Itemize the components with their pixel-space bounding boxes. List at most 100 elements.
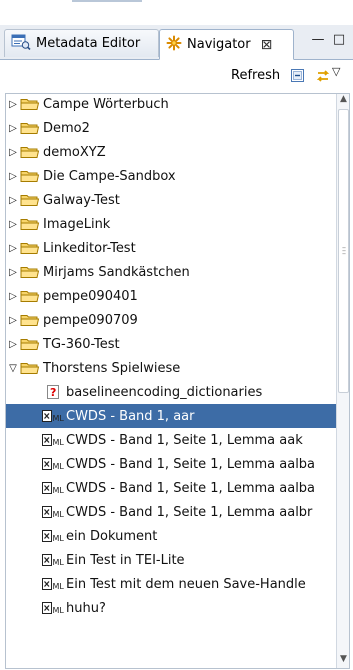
tab-navigator[interactable]: Navigator ⊠ — [159, 29, 294, 60]
tree-folder-item[interactable]: ▷ demoXYZ — [6, 140, 336, 164]
collapsed-twisty-icon[interactable]: ▷ — [6, 291, 20, 302]
link-with-editor-icon[interactable] — [315, 68, 331, 87]
tree-item-label: ein Dokument — [66, 528, 158, 544]
tree-item-label: Die Campe-Sandbox — [43, 168, 176, 184]
tree-file-item[interactable]: ML huhu? — [6, 596, 336, 620]
tree-item-label: huhu? — [66, 600, 106, 616]
tree-file-item[interactable]: ML Ein Test in TEI-Lite — [6, 548, 336, 572]
unknown-file-icon: ? — [42, 385, 64, 399]
xml-file-icon: ML — [42, 553, 64, 567]
collapsed-twisty-icon[interactable]: ▷ — [6, 315, 20, 326]
collapse-all-icon[interactable] — [291, 69, 305, 86]
tree-item-label: Ein Test in TEI-Lite — [66, 552, 185, 568]
maximize-icon[interactable]: □ — [331, 29, 347, 49]
svg-text:ML: ML — [53, 582, 65, 591]
tree-item-label: CWDS - Band 1, Seite 1, Lemma aalba — [66, 456, 316, 472]
tree-item-label: ImageLink — [43, 216, 111, 232]
folder-icon — [20, 265, 40, 279]
tree-item-label: Linkeditor-Test — [43, 240, 136, 256]
tree-file-item[interactable]: ML CWDS - Band 1, Seite 1, Lemma aalba — [6, 476, 336, 500]
tree-folder-item[interactable]: ▷ TG-360-Test — [6, 332, 336, 356]
tree-file-item[interactable]: ML CWDS - Band 1, Seite 1, Lemma aalba — [6, 452, 336, 476]
tree-folder-item[interactable]: ▷ Mirjams Sandkästchen — [6, 260, 336, 284]
collapsed-twisty-icon[interactable]: ▷ — [6, 171, 20, 182]
folder-icon — [20, 217, 40, 231]
folder-icon — [20, 193, 40, 207]
tree-item-label: Thorstens Spielwiese — [43, 360, 181, 376]
metadata-editor-icon — [11, 34, 31, 53]
collapsed-twisty-icon[interactable]: ▷ — [6, 123, 20, 134]
collapsed-twisty-icon[interactable]: ▷ — [6, 243, 20, 254]
tree-item-label: CWDS - Band 1, Seite 1, Lemma aak — [66, 432, 303, 448]
view-tab-bar: Metadata Editor Navigator ⊠ — □ — [0, 25, 353, 60]
svg-text:?: ? — [50, 386, 56, 399]
scrollbar-thumb[interactable]: – – – — [338, 109, 349, 393]
tree-item-label: demoXYZ — [43, 144, 106, 160]
tree-file-item[interactable]: ? baselineencoding_dictionaries — [6, 380, 336, 404]
tree-item-label: baselineencoding_dictionaries — [66, 384, 263, 400]
collapsed-twisty-icon[interactable]: ▷ — [6, 339, 20, 350]
tree-file-item[interactable]: ML CWDS - Band 1, Seite 1, Lemma aalbr — [6, 500, 336, 524]
tree-item-label: CWDS - Band 1, Seite 1, Lemma aalbr — [66, 504, 313, 520]
close-icon[interactable]: ⊠ — [261, 37, 273, 53]
view-menu-icon[interactable]: ▽ — [332, 65, 340, 78]
tree-item-label: Galway-Test — [43, 192, 120, 208]
tree-item-label: TG-360-Test — [43, 336, 120, 352]
tree-folder-item[interactable]: ▷ Campe Wörterbuch — [6, 94, 336, 116]
svg-text:ML: ML — [53, 534, 65, 543]
refresh-button[interactable]: Refresh — [231, 68, 280, 83]
folder-icon — [20, 241, 40, 255]
xml-file-icon: ML — [42, 457, 64, 471]
tree-folder-item[interactable]: ▷ Demo2 — [6, 116, 336, 140]
tab-label: Metadata Editor — [36, 36, 141, 51]
collapsed-twisty-icon[interactable]: ▷ — [6, 219, 20, 230]
xml-file-icon: ML — [42, 409, 64, 423]
tree-folder-item[interactable]: ▽ Thorstens Spielwiese — [6, 356, 336, 380]
navigator-icon — [166, 35, 182, 54]
xml-file-icon: ML — [42, 601, 64, 615]
folder-icon — [20, 97, 40, 111]
navigator-toolbar: Refresh ▽ — [0, 60, 353, 92]
tree-item-label: Mirjams Sandkästchen — [43, 264, 190, 280]
tree-item-label: CWDS - Band 1, aar — [66, 408, 195, 424]
expanded-twisty-icon[interactable]: ▽ — [6, 363, 20, 374]
tree-folder-item[interactable]: ▷ pempe090401 — [6, 284, 336, 308]
top-strip-selection — [72, 0, 142, 2]
tree-file-item[interactable]: ML CWDS - Band 1, Seite 1, Lemma aak — [6, 428, 336, 452]
scroll-down-icon[interactable]: ▼ — [337, 654, 349, 668]
svg-text:ML: ML — [53, 462, 65, 471]
tree-item-label: Ein Test mit dem neuen Save-Handle — [66, 576, 306, 592]
scroll-up-icon[interactable]: ▲ — [337, 94, 349, 108]
svg-text:ML: ML — [53, 558, 65, 567]
folder-icon — [20, 145, 40, 159]
xml-file-icon: ML — [42, 529, 64, 543]
tree-folder-item[interactable]: ▷ pempe090709 — [6, 308, 336, 332]
collapsed-twisty-icon[interactable]: ▷ — [6, 267, 20, 278]
top-strip — [0, 0, 353, 10]
tree-folder-item[interactable]: ▷ ImageLink — [6, 212, 336, 236]
tree-folder-item[interactable]: ▷ Galway-Test — [6, 188, 336, 212]
folder-icon — [20, 169, 40, 183]
xml-file-icon: ML — [42, 433, 64, 447]
xml-file-icon: ML — [42, 505, 64, 519]
folder-icon — [20, 337, 40, 351]
tree-folder-item[interactable]: ▷ Linkeditor-Test — [6, 236, 336, 260]
tree-item-label: pempe090709 — [43, 312, 138, 328]
minimize-icon[interactable]: — — [310, 29, 326, 49]
tab-metadata-editor[interactable]: Metadata Editor — [4, 29, 159, 57]
tree-folder-item[interactable]: ▷ Die Campe-Sandbox — [6, 164, 336, 188]
svg-text:ML: ML — [53, 486, 65, 495]
tree-file-item[interactable]: ML CWDS - Band 1, aar — [6, 404, 336, 428]
folder-icon — [20, 313, 40, 327]
tree-file-item[interactable]: ML ein Dokument — [6, 524, 336, 548]
collapsed-twisty-icon[interactable]: ▷ — [6, 99, 20, 110]
tree-item-label: CWDS - Band 1, Seite 1, Lemma aalba — [66, 480, 316, 496]
collapsed-twisty-icon[interactable]: ▷ — [6, 195, 20, 206]
vertical-scrollbar[interactable]: ▲ – – – ▼ — [336, 94, 349, 668]
tree-item-label: Campe Wörterbuch — [43, 96, 169, 112]
tree-file-item[interactable]: ML Ein Test mit dem neuen Save-Handle — [6, 572, 336, 596]
svg-text:ML: ML — [53, 606, 65, 615]
svg-text:ML: ML — [53, 438, 65, 447]
folder-icon — [20, 289, 40, 303]
collapsed-twisty-icon[interactable]: ▷ — [6, 147, 20, 158]
